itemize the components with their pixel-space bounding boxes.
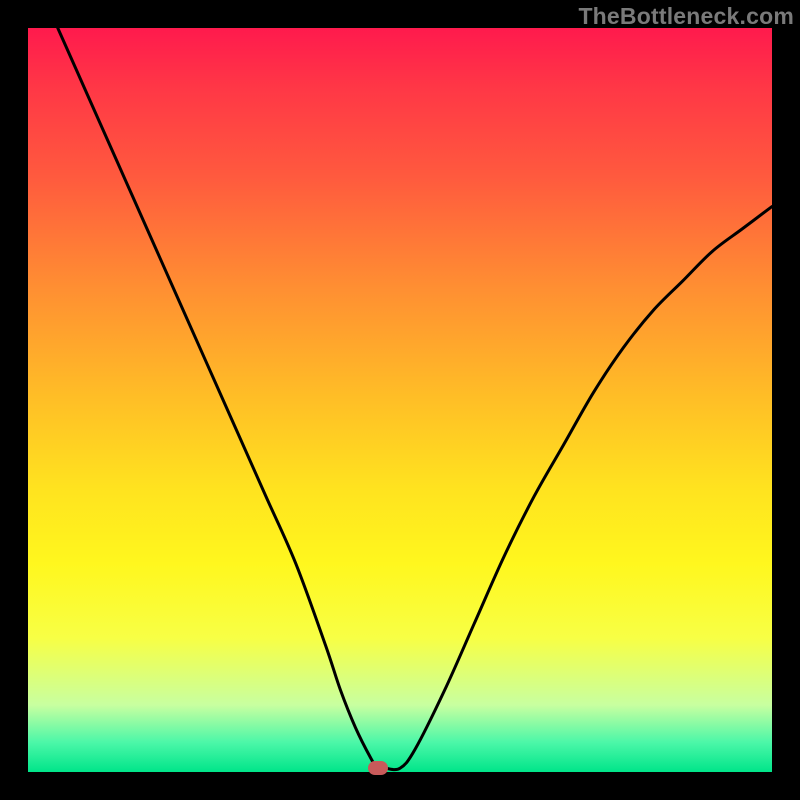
bottleneck-curve [28,28,772,772]
chart-frame: TheBottleneck.com [0,0,800,800]
watermark-text: TheBottleneck.com [578,3,794,30]
optimal-point-marker [368,761,388,775]
plot-area [28,28,772,772]
